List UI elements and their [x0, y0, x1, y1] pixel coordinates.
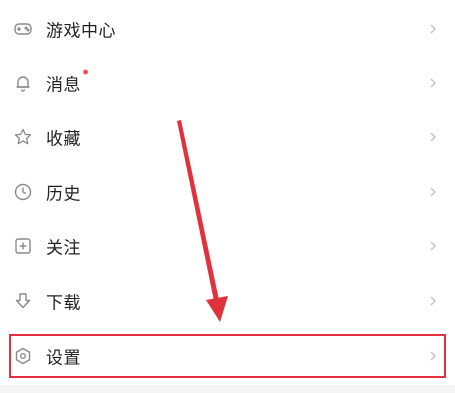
annotation-arrow	[177, 120, 228, 322]
bottom-divider	[0, 385, 455, 393]
